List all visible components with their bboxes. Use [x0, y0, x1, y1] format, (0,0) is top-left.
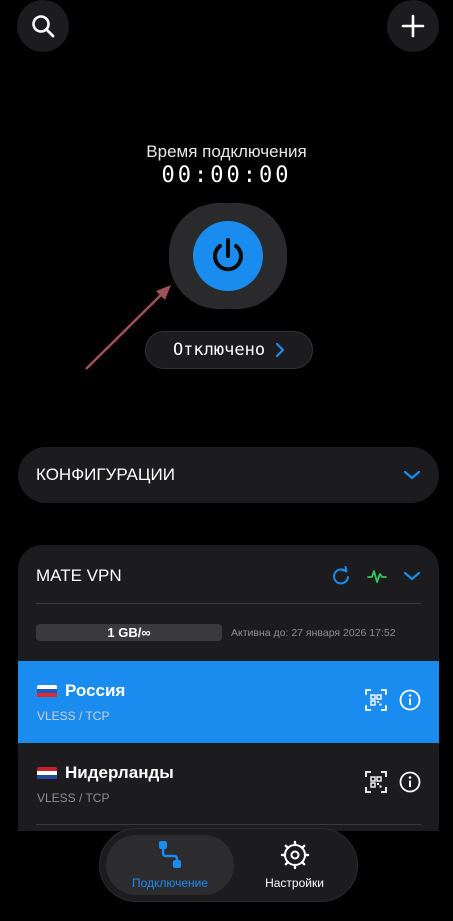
server-protocol: VLESS / TCP	[37, 709, 110, 723]
divider	[36, 603, 421, 604]
plus-icon	[401, 14, 425, 38]
subscription-header: MATE VPN	[36, 563, 421, 589]
subscription-title: MATE VPN	[36, 566, 122, 585]
bottom-tab-bar: Подключение Настройки	[99, 828, 358, 902]
connection-status-button[interactable]: Отключено	[145, 331, 313, 369]
search-icon	[32, 15, 55, 38]
subscription-panel: MATE VPN 1 GB/∞ Активна до: 27 января 20…	[18, 545, 439, 831]
netherlands-flag-icon	[37, 766, 57, 780]
connection-status-label: Отключено	[172, 340, 266, 360]
connection-route-icon	[159, 841, 181, 868]
power-button-core	[193, 221, 263, 291]
refresh-icon[interactable]	[331, 566, 351, 586]
chevron-down-icon[interactable]	[403, 570, 421, 582]
server-name: Нидерланды	[65, 763, 174, 782]
search-button[interactable]	[17, 0, 69, 52]
qr-code-icon[interactable]	[365, 689, 387, 711]
tab-settings[interactable]: Настройки	[236, 835, 353, 895]
qr-code-icon[interactable]	[365, 771, 387, 793]
server-item-russia[interactable]: Россия VLESS / TCP	[18, 661, 439, 743]
divider	[36, 824, 421, 825]
gear-icon	[280, 840, 309, 870]
subscription-expiry: Активна до: 27 января 2026 17:52	[231, 627, 396, 639]
russia-flag-icon	[37, 684, 57, 698]
power-button[interactable]	[169, 203, 287, 309]
tab-label: Настройки	[265, 876, 324, 890]
configurations-dropdown[interactable]: КОНФИГУРАЦИИ	[18, 447, 439, 503]
tab-label: Подключение	[131, 876, 209, 890]
connection-time-label: Время подключения	[146, 142, 307, 161]
server-item-netherlands[interactable]: Нидерланды VLESS / TCP	[18, 743, 439, 825]
info-icon[interactable]	[399, 689, 421, 711]
chevron-right-icon	[275, 342, 285, 358]
ping-test-icon[interactable]	[367, 566, 387, 586]
power-icon	[213, 238, 243, 272]
add-config-button[interactable]	[387, 0, 439, 52]
chevron-down-icon	[403, 470, 421, 480]
server-name: Россия	[65, 681, 126, 700]
connection-timer: 00:00:00	[161, 163, 292, 188]
tab-connection[interactable]: Подключение	[106, 835, 234, 895]
info-icon[interactable]	[399, 771, 421, 793]
configurations-label: КОНФИГУРАЦИИ	[36, 465, 175, 484]
server-protocol: VLESS / TCP	[37, 791, 110, 805]
traffic-usage-bar: 1 GB/∞	[36, 624, 222, 641]
